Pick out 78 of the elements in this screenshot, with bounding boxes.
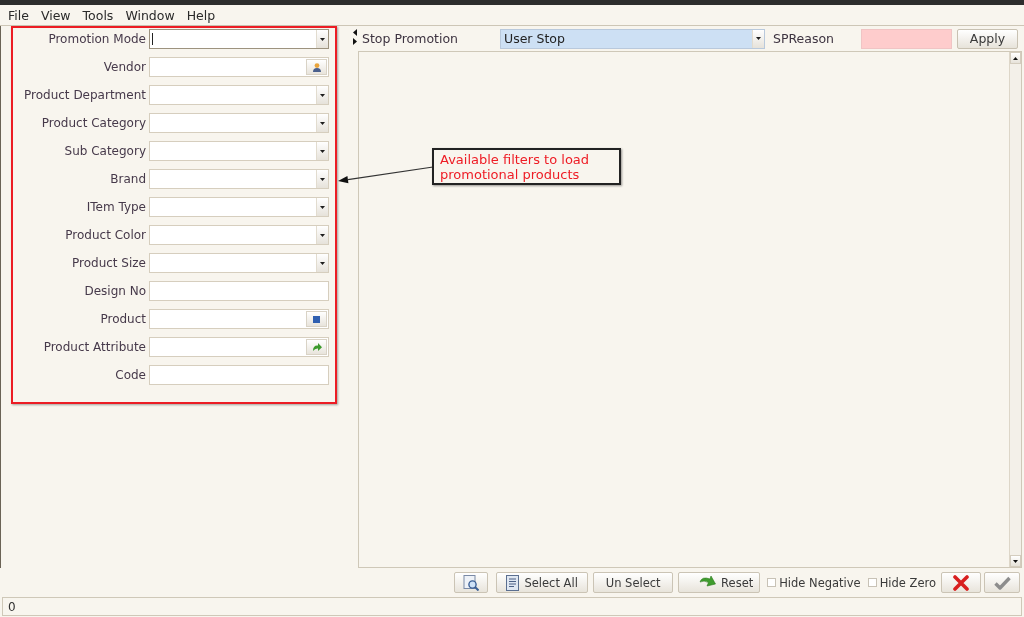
- combo-box[interactable]: [149, 29, 329, 49]
- field-label: Product Attribute: [43, 340, 146, 354]
- lookup-button[interactable]: [306, 59, 327, 75]
- scroll-down-button[interactable]: [1010, 555, 1021, 567]
- lookup-button[interactable]: [306, 311, 327, 327]
- field-label: Brand: [110, 172, 146, 186]
- dropdown-button[interactable]: [316, 170, 328, 188]
- dropdown-button[interactable]: [316, 86, 328, 104]
- menu-item[interactable]: File: [8, 7, 29, 23]
- field-label: ITem Type: [86, 200, 146, 214]
- field-label: Product Size: [72, 256, 146, 270]
- text-cursor: [152, 33, 153, 45]
- checkbox-label: Hide Negative: [779, 575, 861, 590]
- reason-label: SPReason: [773, 31, 836, 46]
- field-label: Product Color: [65, 228, 146, 242]
- caret-icon: [320, 205, 325, 209]
- caret-icon: [320, 37, 325, 41]
- input-field[interactable]: [149, 365, 329, 385]
- curved-arrow-icon: [699, 575, 717, 590]
- apply-button[interactable]: Apply: [957, 28, 1018, 49]
- field-label: Code: [115, 368, 146, 382]
- person-icon: [312, 62, 321, 72]
- lookup-field[interactable]: [149, 337, 329, 357]
- annotation-callout: Available filters to load promotional products: [432, 148, 621, 185]
- checkbox[interactable]: [867, 578, 877, 587]
- dropdown-button[interactable]: [316, 254, 328, 272]
- list-page-icon: [506, 574, 520, 591]
- caret-icon: [320, 261, 325, 265]
- field-label: Product Department: [24, 88, 146, 102]
- caret-icon: [756, 37, 761, 40]
- caret-icon: [320, 233, 325, 237]
- lookup-button[interactable]: [306, 339, 327, 355]
- check-icon: [993, 575, 1011, 590]
- preview-button[interactable]: [454, 572, 489, 593]
- select-all-button[interactable]: Select All: [496, 572, 589, 593]
- square-icon: [313, 315, 320, 323]
- caret-icon: [320, 93, 325, 97]
- status-text: 0: [8, 599, 16, 614]
- up-triangle-icon: [1013, 56, 1018, 60]
- dropdown-button[interactable]: [316, 114, 328, 132]
- combo-box[interactable]: User Stop: [500, 28, 765, 49]
- collapse-left-icon[interactable]: [353, 29, 357, 36]
- cancel-button[interactable]: [941, 572, 981, 593]
- stop-promotion-label: Stop Promotion: [362, 31, 459, 46]
- field-label: Product Category: [41, 116, 146, 130]
- field-label: Vendor: [103, 60, 146, 74]
- field-label: Sub Category: [64, 144, 146, 158]
- magnifier-page-icon: [463, 574, 480, 591]
- confirm-button[interactable]: [984, 572, 1020, 593]
- scrollbar[interactable]: [1009, 52, 1021, 567]
- caret-icon: [320, 121, 325, 125]
- field-label: Product: [100, 312, 146, 326]
- field-label: Promotion Mode: [48, 32, 146, 46]
- caret-icon: [320, 177, 325, 181]
- curved-arrow-icon: [311, 342, 322, 352]
- menu-item[interactable]: Help: [186, 7, 216, 23]
- cross-icon: [953, 574, 969, 591]
- dropdown-button[interactable]: [316, 30, 328, 48]
- lookup-field[interactable]: [149, 309, 329, 329]
- down-triangle-icon: [1013, 559, 1018, 563]
- checkbox-label: Hide Zero: [879, 575, 936, 590]
- menu-item[interactable]: Tools: [82, 7, 114, 23]
- input-field[interactable]: [861, 28, 952, 49]
- dropdown-button[interactable]: [316, 142, 328, 160]
- dropdown-button[interactable]: [316, 226, 328, 244]
- field-label: Design No: [84, 284, 146, 298]
- caret-icon: [320, 149, 325, 153]
- checkbox[interactable]: [767, 578, 777, 587]
- reset-button[interactable]: Reset: [678, 572, 761, 593]
- menu-item[interactable]: View: [40, 7, 71, 23]
- lookup-field[interactable]: [149, 57, 329, 77]
- expand-right-icon[interactable]: [353, 38, 357, 45]
- scroll-up-button[interactable]: [1010, 52, 1021, 64]
- unselect-button[interactable]: Un Select: [593, 572, 674, 593]
- dropdown-button[interactable]: [316, 198, 328, 216]
- menu-item[interactable]: Window: [125, 7, 175, 23]
- input-field[interactable]: [149, 281, 329, 301]
- dropdown-button[interactable]: [752, 29, 764, 48]
